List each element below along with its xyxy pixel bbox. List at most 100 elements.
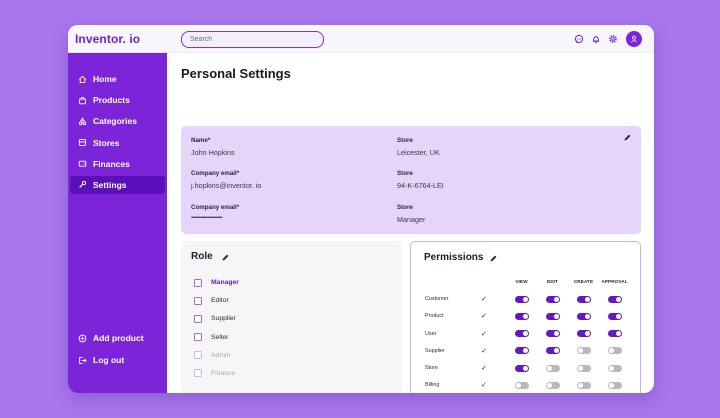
- wrench-icon: [78, 180, 87, 189]
- sidebar-item-finances[interactable]: Finances: [70, 155, 165, 173]
- name-value: John Hopkins: [191, 148, 235, 157]
- role-checkbox[interactable]: [194, 333, 202, 342]
- app-window: Inventor. io Home: [68, 25, 654, 393]
- logout-button[interactable]: Log out: [70, 351, 165, 369]
- bag-icon: [78, 96, 87, 105]
- toggle-product-view[interactable]: [514, 312, 529, 320]
- role-item-manager[interactable]: Manager: [194, 277, 239, 288]
- sidebar: Home Products Categories Stores Finances…: [68, 53, 167, 393]
- brand-logo[interactable]: Inventor. io: [75, 32, 140, 46]
- personal-info-card: Name* John Hopkins Company email* j.hopk…: [181, 126, 641, 234]
- toggle-customer-edit[interactable]: [545, 295, 560, 303]
- name-label: Name*: [191, 137, 211, 144]
- role-label: Finance: [211, 369, 236, 377]
- toggle-billing-view[interactable]: [514, 381, 529, 389]
- shapes-icon: [78, 117, 87, 126]
- plus-circle-icon: [78, 334, 87, 343]
- toggle-store-create[interactable]: [576, 364, 591, 372]
- user-avatar[interactable]: [626, 31, 642, 47]
- permission-name: Customer: [425, 296, 449, 302]
- toggle-product-create[interactable]: [576, 312, 591, 320]
- edit-permissions-pencil-icon[interactable]: [488, 253, 498, 263]
- toggle-user-approval[interactable]: [607, 330, 622, 338]
- bell-icon[interactable]: [590, 34, 601, 45]
- sidebar-item-home[interactable]: Home: [70, 70, 165, 88]
- store-role-field: Store Manager: [397, 204, 425, 224]
- role-list: Manager Editor Supplier Seller Admin Fin…: [194, 277, 239, 386]
- toggle-user-edit[interactable]: [545, 330, 560, 338]
- column-approval: APPROVAL: [601, 279, 628, 285]
- role-item-finance[interactable]: Finance: [194, 368, 239, 379]
- sidebar-item-categories[interactable]: Categories: [70, 112, 165, 130]
- top-bar: Inventor. io: [68, 25, 654, 53]
- role-checkbox[interactable]: [194, 351, 202, 360]
- permission-name: Product: [425, 313, 444, 320]
- role-checkbox[interactable]: [194, 369, 202, 378]
- store-label: Store: [397, 170, 413, 177]
- role-label: Manager: [211, 279, 239, 286]
- permission-row-customer: Customer ✓: [425, 294, 630, 304]
- permission-row-product: Product ✓: [425, 311, 630, 321]
- permissions-header: VIEW EDIT CREATE APPROVAL: [425, 278, 630, 286]
- toggle-store-view[interactable]: [514, 364, 529, 372]
- search-input[interactable]: [181, 31, 324, 48]
- top-icons: [573, 31, 642, 47]
- role-label: Supplier: [211, 315, 236, 323]
- role-item-seller[interactable]: Seller: [194, 332, 239, 343]
- sidebar-item-settings[interactable]: Settings: [70, 175, 165, 194]
- logout-label: Log out: [93, 355, 125, 365]
- email-field: Company email* j.hopkins@inventor. io: [191, 170, 261, 190]
- sidebar-item-label: Categories: [93, 116, 137, 127]
- password-field: Company email* •••••••••••••••••••••••••…: [191, 204, 239, 221]
- store-value: 94-K-6764-LEI: [397, 181, 444, 190]
- toggle-store-edit[interactable]: [545, 364, 560, 372]
- column-create: CREATE: [573, 279, 594, 285]
- gear-icon[interactable]: [607, 34, 618, 45]
- toggle-supplier-edit[interactable]: [545, 347, 560, 355]
- toggle-billing-approval[interactable]: [607, 381, 622, 389]
- check-icon: ✓: [481, 347, 487, 355]
- chat-icon[interactable]: [573, 34, 584, 45]
- permission-row-billing: Billing ✓: [425, 380, 630, 390]
- store-label: Store: [397, 137, 413, 144]
- sidebar-item-label: Stores: [93, 137, 120, 148]
- store-icon: [78, 138, 87, 147]
- role-label: Admin: [211, 351, 231, 359]
- toggle-user-create[interactable]: [576, 330, 591, 338]
- role-item-supplier[interactable]: Supplier: [194, 313, 239, 324]
- toggle-user-view[interactable]: [514, 330, 529, 338]
- toggle-billing-create[interactable]: [576, 381, 591, 389]
- toggle-billing-edit[interactable]: [545, 381, 560, 389]
- password-label: Company email*: [191, 204, 240, 211]
- toggle-customer-view[interactable]: [514, 295, 529, 303]
- sidebar-item-stores[interactable]: Stores: [70, 134, 165, 152]
- toggle-store-approval[interactable]: [607, 364, 622, 372]
- toggle-supplier-approval[interactable]: [607, 347, 622, 355]
- logout-icon: [78, 356, 87, 365]
- store-code-field: Store 94-K-6764-LEI: [397, 170, 444, 190]
- toggle-product-approval[interactable]: [607, 312, 622, 320]
- role-checkbox[interactable]: [194, 278, 202, 287]
- role-label: Seller: [211, 333, 229, 341]
- sidebar-nav: Home Products Categories Stores Finances…: [70, 70, 165, 197]
- permission-name: Billing: [425, 382, 440, 389]
- toggle-customer-create[interactable]: [576, 295, 591, 303]
- sidebar-item-products[interactable]: Products: [70, 91, 165, 109]
- toggle-customer-approval[interactable]: [607, 295, 622, 303]
- toggle-supplier-view[interactable]: [514, 347, 529, 355]
- add-product-button[interactable]: Add product: [70, 329, 165, 347]
- role-checkbox[interactable]: [194, 296, 202, 305]
- toggle-product-edit[interactable]: [545, 312, 560, 320]
- role-checkbox[interactable]: [194, 314, 202, 323]
- role-title: Role: [191, 251, 213, 262]
- role-item-editor[interactable]: Editor: [194, 295, 239, 306]
- edit-role-pencil-icon[interactable]: [220, 252, 230, 262]
- store-label: Store: [397, 204, 413, 211]
- role-item-admin[interactable]: Admin: [194, 350, 239, 361]
- edit-personal-info-pencil-icon[interactable]: [622, 132, 632, 142]
- column-edit: EDIT: [547, 279, 558, 285]
- toggle-supplier-create[interactable]: [576, 347, 591, 355]
- sidebar-item-label: Settings: [93, 179, 127, 190]
- permission-row-supplier: Supplier ✓: [425, 346, 630, 356]
- permission-name: Store: [425, 365, 438, 372]
